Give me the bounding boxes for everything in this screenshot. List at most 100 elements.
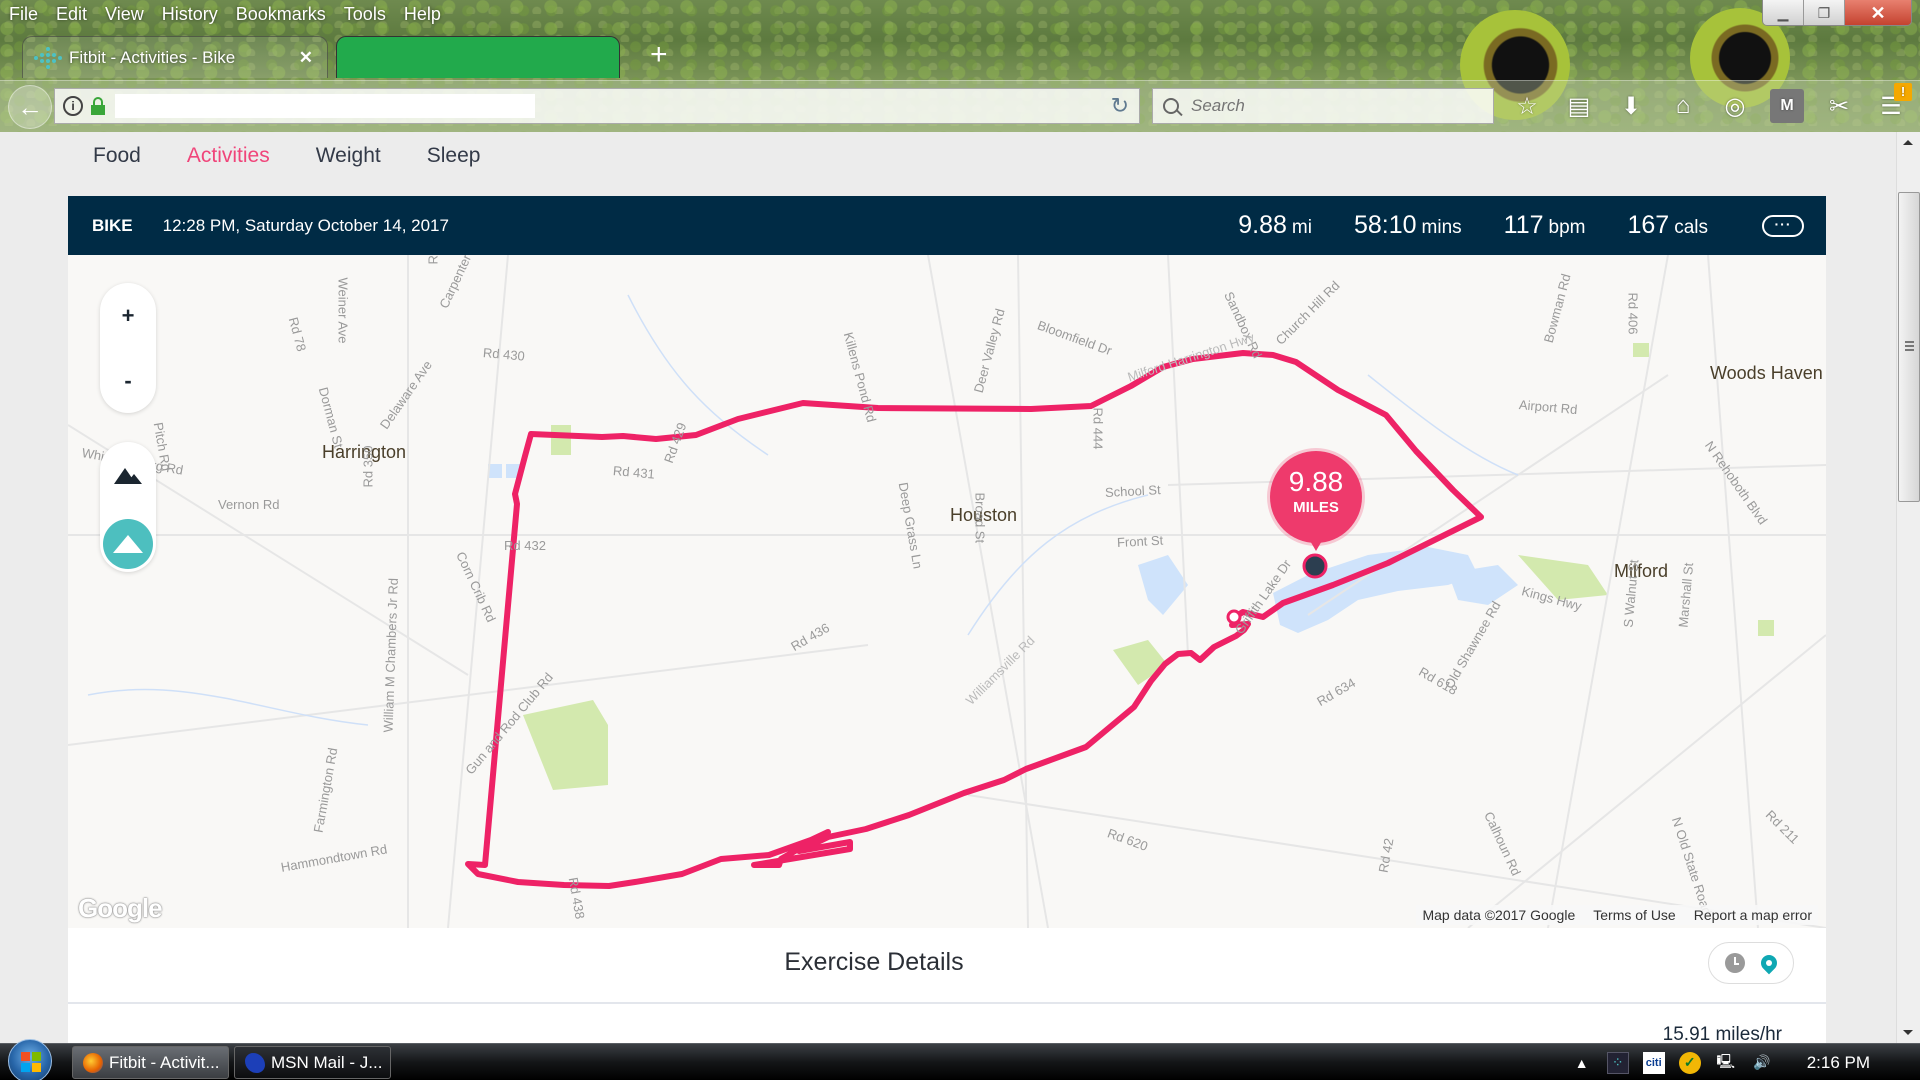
scroll-down-arrow-icon[interactable] xyxy=(1903,1030,1913,1035)
average-speed: 15.91 miles/hr xyxy=(1662,1024,1782,1043)
nav-weight[interactable]: Weight xyxy=(316,144,381,168)
map-data-credit: Map data ©2017 Google xyxy=(1422,907,1576,923)
map-canvas xyxy=(68,255,1826,928)
top-nav: Food Activities Weight Sleep xyxy=(93,144,480,168)
volume-icon[interactable]: 🔊 xyxy=(1751,1052,1773,1074)
url-text-redacted[interactable] xyxy=(115,94,535,118)
info-icon[interactable]: i xyxy=(63,96,83,116)
menu-edit[interactable]: Edit xyxy=(47,2,96,26)
town-label: Woods Haven xyxy=(1710,363,1823,383)
terms-of-use-link[interactable]: Terms of Use xyxy=(1593,907,1675,923)
network-icon[interactable]: 🖳 xyxy=(1715,1052,1737,1074)
norton-tray-icon[interactable]: ✓ xyxy=(1678,1051,1701,1074)
road-label: Raughley xyxy=(426,255,441,265)
menu-tools[interactable]: Tools xyxy=(335,2,395,26)
road-label: Rd 432 xyxy=(504,538,546,553)
show-hidden-icons-icon[interactable]: ▲ xyxy=(1571,1052,1593,1074)
road-label: Rd 406 xyxy=(1625,292,1641,335)
pocket-icon[interactable]: ◎ xyxy=(1718,89,1752,123)
view-toggle xyxy=(1708,942,1794,984)
system-clock[interactable]: 2:16 PM xyxy=(1807,1053,1870,1073)
back-button[interactable]: ← xyxy=(8,85,52,129)
start-button[interactable] xyxy=(8,1039,52,1080)
reload-icon[interactable]: ↻ xyxy=(1111,93,1129,119)
nav-activities[interactable]: Activities xyxy=(187,144,270,168)
distance-pin-unit: MILES xyxy=(1293,499,1339,516)
fitbit-tray-icon[interactable]: ⁘ xyxy=(1606,1051,1629,1074)
activity-datetime: 12:28 PM, Saturday October 14, 2017 xyxy=(162,215,449,235)
tab-redacted[interactable] xyxy=(336,36,620,78)
menu-bar: File Edit View History Bookmarks Tools H… xyxy=(0,2,450,26)
location-pin-icon[interactable] xyxy=(1757,951,1781,975)
nav-sleep[interactable]: Sleep xyxy=(427,144,481,168)
new-tab-button[interactable]: + xyxy=(650,40,668,70)
menu-history[interactable]: History xyxy=(153,2,227,26)
search-icon xyxy=(1163,98,1179,114)
menu-view[interactable]: View xyxy=(96,2,153,26)
stat-distance: 9.88 mi xyxy=(1238,211,1312,239)
citi-tray-icon[interactable]: citi xyxy=(1642,1051,1665,1074)
restore-button[interactable]: ❐ xyxy=(1804,0,1845,25)
scroll-thumb[interactable] xyxy=(1898,192,1920,502)
taskbar-item-label: MSN Mail - J... xyxy=(271,1052,383,1072)
stat-duration: 58:10 mins xyxy=(1353,211,1462,239)
browser-chrome: File Edit View History Bookmarks Tools H… xyxy=(0,0,1920,132)
report-map-error-link[interactable]: Report a map error xyxy=(1694,907,1812,923)
more-options-button[interactable]: ··· xyxy=(1762,215,1804,237)
menu-icon[interactable]: ☰! xyxy=(1874,83,1912,123)
fitbit-favicon-icon xyxy=(34,46,62,69)
lock-icon[interactable] xyxy=(91,97,105,115)
route-path xyxy=(465,350,1484,889)
url-bar[interactable]: i ↻ xyxy=(54,88,1140,124)
page-content: Food Activities Weight Sleep BIKE 12:28 … xyxy=(0,132,1896,1043)
close-tab-icon[interactable]: ✕ xyxy=(299,48,313,68)
mcafee-icon[interactable]: M xyxy=(1770,89,1804,123)
divider xyxy=(68,1002,1826,1004)
exercise-details: Exercise Details 15.91 miles/hr xyxy=(68,928,1826,1043)
activity-header: BIKE 12:28 PM, Saturday October 14, 2017… xyxy=(68,196,1826,255)
close-window-button[interactable]: ✕ xyxy=(1845,0,1911,25)
taskbar: Fitbit - Activit... MSN Mail - J... ▲ ⁘ … xyxy=(0,1039,1920,1080)
firefox-icon xyxy=(83,1052,103,1073)
terrain-view-button[interactable] xyxy=(100,450,156,500)
exercise-details-title: Exercise Details xyxy=(784,948,964,976)
activity-stats: 9.88 mi 58:10 mins 117 bpm 167 cals xyxy=(1238,211,1708,240)
reading-list-icon[interactable]: ▤ xyxy=(1562,89,1596,123)
taskbar-item-label: Fitbit - Activit... xyxy=(109,1052,220,1072)
stat-heart-rate: 117 bpm xyxy=(1503,211,1586,239)
taskbar-item-firefox[interactable]: Fitbit - Activit... xyxy=(72,1046,229,1079)
page-scrollbar[interactable] xyxy=(1896,132,1920,1043)
bookmark-star-icon[interactable]: ☆ xyxy=(1510,89,1544,123)
msn-butterfly-icon xyxy=(245,1052,265,1073)
clock-icon[interactable] xyxy=(1725,953,1745,973)
route-end-marker xyxy=(1302,553,1328,579)
taskbar-item-msn-mail[interactable]: MSN Mail - J... xyxy=(234,1046,391,1079)
distance-pin-value: 9.88 xyxy=(1288,466,1344,497)
zoom-out-button[interactable]: - xyxy=(100,348,156,413)
nav-food[interactable]: Food xyxy=(93,144,141,168)
tab-strip: Fitbit - Activities - Bike ✕ xyxy=(0,34,1920,78)
menu-bookmarks[interactable]: Bookmarks xyxy=(227,2,335,26)
home-icon[interactable]: ⌂ xyxy=(1666,89,1700,123)
road-view-button[interactable] xyxy=(103,519,153,569)
zoom-control: + - xyxy=(100,283,156,413)
screenshot-icon[interactable]: ✂ xyxy=(1822,89,1856,123)
activity-type: BIKE xyxy=(92,215,133,235)
arrow-left-icon: ← xyxy=(17,91,43,122)
route-map[interactable]: Harrington Houston Milford Woods Haven R… xyxy=(68,255,1826,928)
scroll-up-arrow-icon[interactable] xyxy=(1903,140,1913,145)
minimize-button[interactable]: ▁ xyxy=(1763,0,1804,25)
map-water xyxy=(488,464,1518,633)
menu-file[interactable]: File xyxy=(0,2,47,26)
menu-help[interactable]: Help xyxy=(395,2,450,26)
download-icon[interactable]: ⬇ xyxy=(1614,89,1648,123)
windows-logo-icon xyxy=(21,1052,41,1072)
tab-fitbit[interactable]: Fitbit - Activities - Bike ✕ xyxy=(22,36,328,78)
toolbar-icons: ☆ ▤ ⬇ ⌂ ◎ M ✂ ☰! xyxy=(1510,83,1912,123)
search-input[interactable] xyxy=(1191,96,1481,116)
google-logo: Google xyxy=(78,893,163,923)
zoom-in-button[interactable]: + xyxy=(100,283,156,348)
system-tray: ▲ ⁘ citi ✓ 🖳 🔊 2:16 PM xyxy=(1571,1044,1920,1080)
search-bar[interactable] xyxy=(1152,88,1494,124)
map-layer-control xyxy=(100,442,156,572)
